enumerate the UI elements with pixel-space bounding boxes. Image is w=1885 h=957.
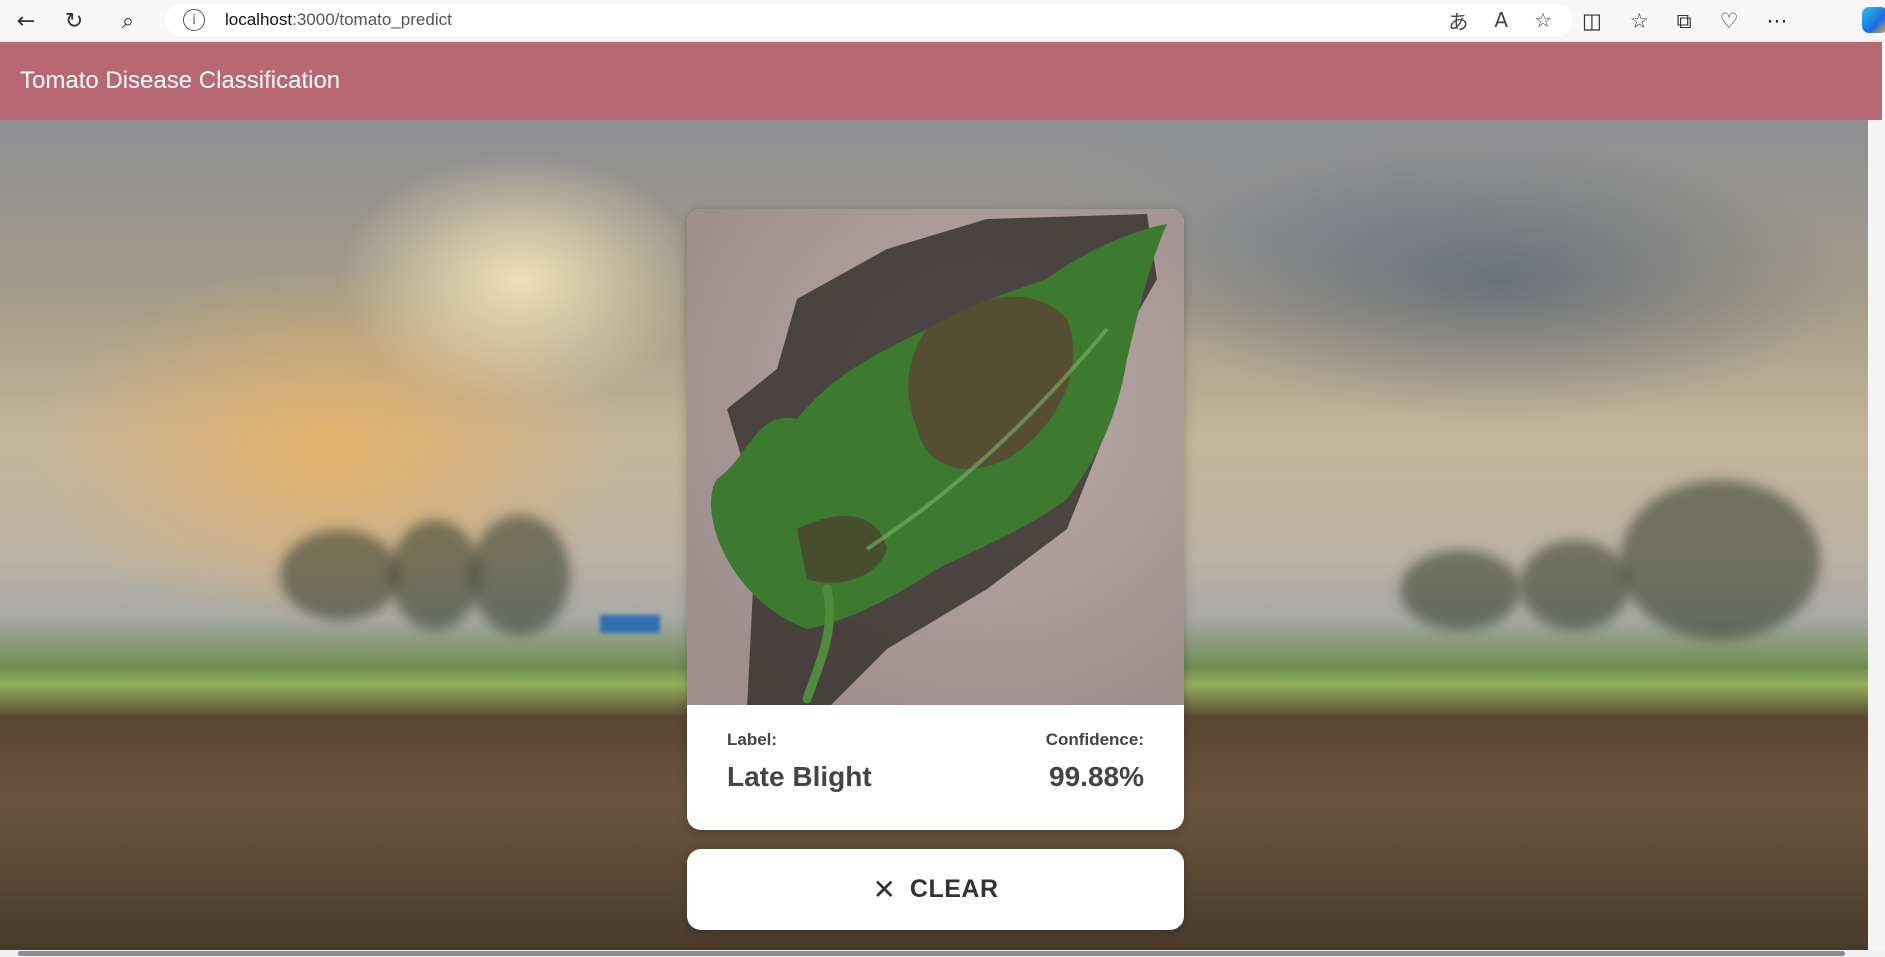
clear-button-label: CLEAR bbox=[909, 875, 999, 903]
translate-icon[interactable]: あ bbox=[1448, 6, 1468, 35]
uploaded-leaf-image bbox=[687, 209, 1184, 705]
address-bar-actions: あ A ☆ bbox=[1448, 4, 1552, 36]
app-title: Tomato Disease Classification bbox=[20, 67, 341, 94]
close-icon: ✕ bbox=[872, 872, 896, 906]
blue-shed bbox=[600, 615, 660, 633]
address-bar[interactable]: i localhost:3000/tomato_predict あ A ☆ bbox=[165, 4, 1572, 36]
read-aloud-icon[interactable]: A bbox=[1494, 8, 1508, 32]
reload-icon[interactable]: ↻ bbox=[48, 0, 100, 42]
label-caption: Label: bbox=[727, 730, 778, 749]
vertical-scroll-track[interactable] bbox=[1868, 120, 1885, 950]
prediction-card: Label: Late Blight Confidence: 99.88% bbox=[687, 209, 1184, 830]
confidence-value: 99.88% bbox=[1049, 761, 1144, 792]
browser-toolbar: ← ↻ ⌕ i localhost:3000/tomato_predict あ … bbox=[0, 0, 1885, 42]
clear-button[interactable]: ✕ CLEAR bbox=[687, 849, 1184, 930]
tree-silhouette bbox=[1620, 480, 1820, 640]
browser-essentials-icon[interactable]: ♡ bbox=[1720, 9, 1739, 33]
tree-silhouette bbox=[1400, 550, 1520, 630]
horizontal-scrollbar[interactable] bbox=[0, 950, 1885, 957]
browser-actions: ◫ ☆ ⧉ ♡ ⋯ bbox=[1582, 0, 1788, 42]
tree-silhouette bbox=[470, 515, 570, 635]
prediction-details: Label: Late Blight Confidence: 99.88% bbox=[687, 705, 1184, 830]
horizontal-scroll-thumb[interactable] bbox=[18, 951, 1845, 956]
leaf-illustration bbox=[711, 214, 1167, 705]
tree-silhouette bbox=[280, 530, 400, 620]
app-header: Tomato Disease Classification bbox=[0, 42, 1882, 120]
search-icon[interactable]: ⌕ bbox=[102, 0, 154, 42]
url-path: :3000/tomato_predict bbox=[292, 10, 452, 29]
split-screen-icon[interactable]: ◫ bbox=[1582, 9, 1602, 33]
favorite-star-icon[interactable]: ☆ bbox=[1534, 8, 1552, 32]
back-arrow-icon[interactable]: ← bbox=[0, 0, 52, 42]
tree-silhouette bbox=[1520, 540, 1630, 630]
more-menu-icon[interactable]: ⋯ bbox=[1767, 9, 1788, 33]
site-info-icon[interactable]: i bbox=[183, 9, 205, 31]
collections-icon[interactable]: ⧉ bbox=[1677, 9, 1692, 34]
favorites-icon[interactable]: ☆ bbox=[1630, 9, 1649, 33]
tree-silhouette bbox=[390, 520, 480, 630]
copilot-icon[interactable] bbox=[1862, 7, 1885, 33]
confidence-caption: Confidence: bbox=[1045, 730, 1144, 749]
url-host: localhost bbox=[225, 10, 293, 29]
label-value: Late Blight bbox=[727, 761, 872, 792]
